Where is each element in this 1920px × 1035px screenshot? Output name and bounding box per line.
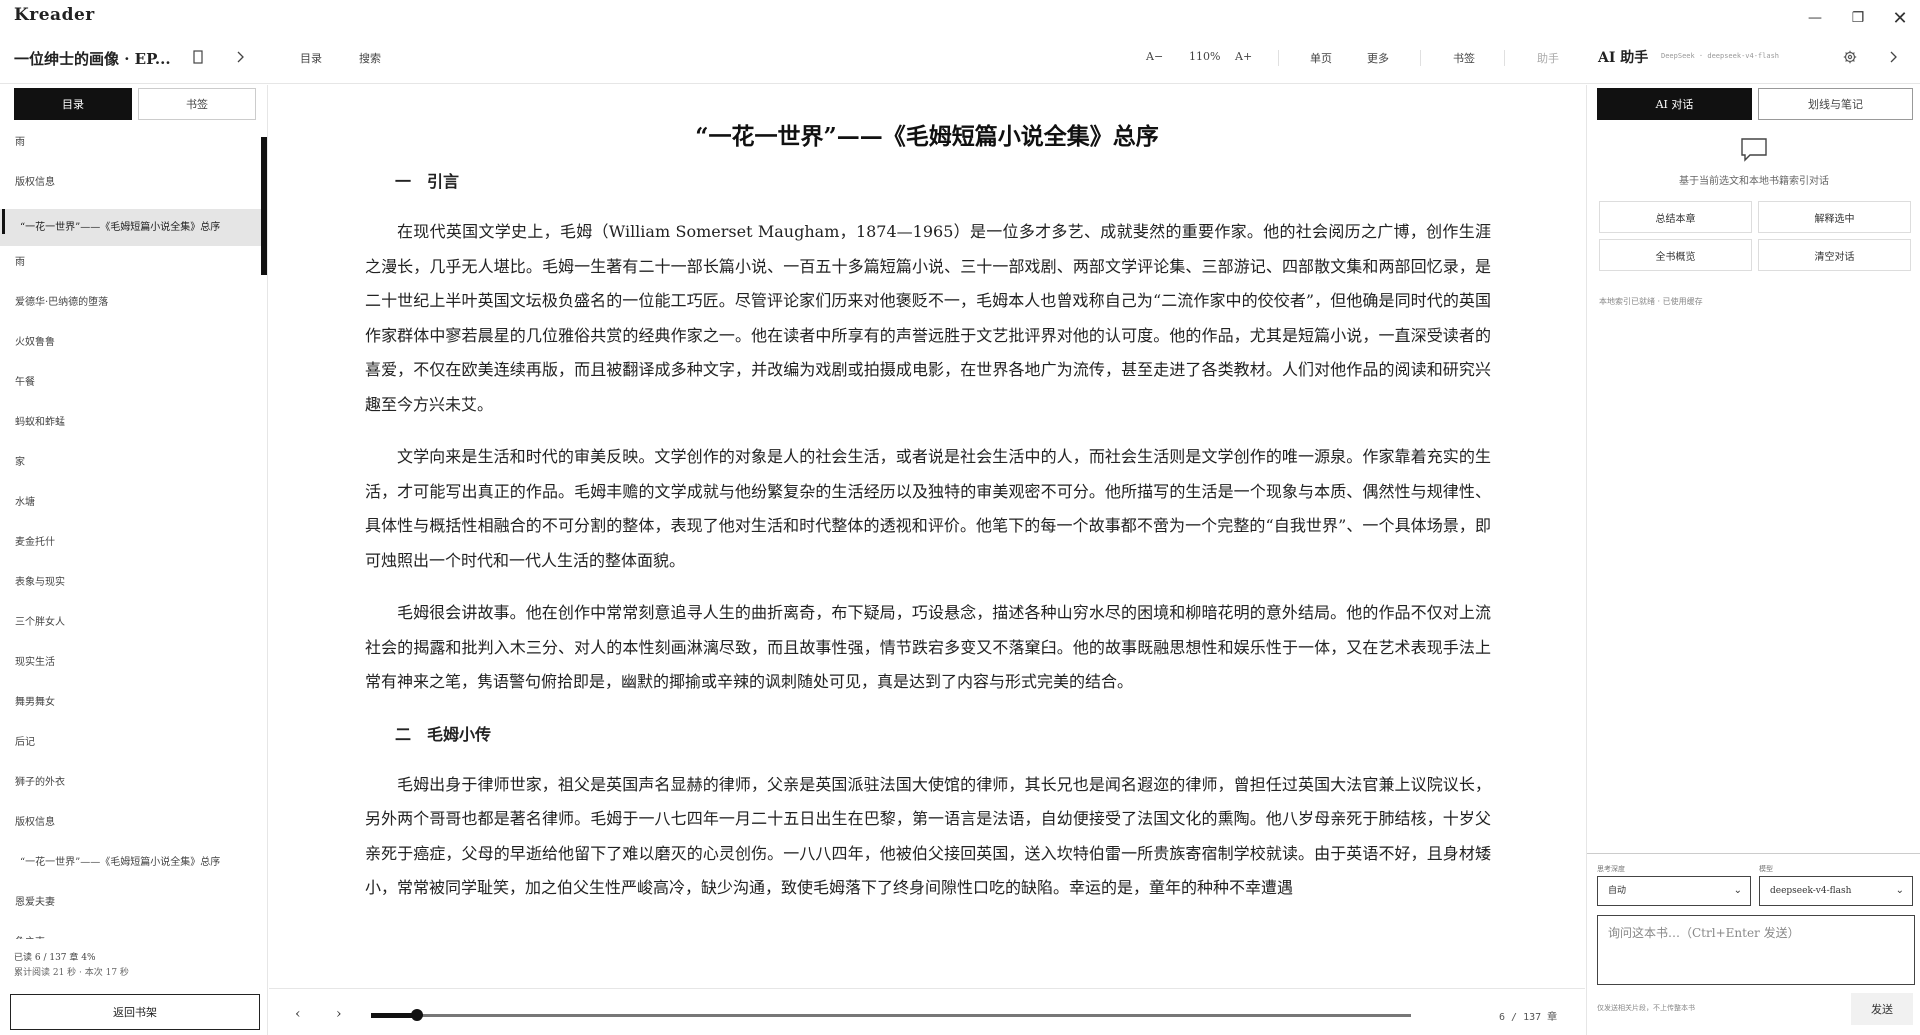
- toc-list: 雨版权信息 “一花一世界”——《毛姆短篇小说全集》总序雨爱德华·巴纳德的堕落 火奴鲁…: [0, 129, 268, 939]
- search-button[interactable]: 搜索: [359, 50, 381, 66]
- privacy-hint: 仅发送相关片段，不上传整本书: [1597, 1004, 1695, 1012]
- toc-item[interactable]: 雨: [0, 129, 268, 169]
- thinking-depth-value: 自动: [1608, 886, 1627, 896]
- toc-item[interactable]: 表象与现实: [0, 569, 268, 609]
- reading-progress: 已读 6 / 137 章 4% 累计阅读 21 秒 · 本次 17 秒: [14, 951, 129, 981]
- restore-button[interactable]: ❐: [1848, 8, 1868, 28]
- toolbar-divider: [1504, 50, 1505, 66]
- toc-item[interactable]: “一花一世界”——《毛姆短篇小说全集》总序: [0, 209, 268, 246]
- prev-page-button[interactable]: ‹: [295, 1006, 301, 1022]
- ai-input-area: 思考深度 自动 ⌄ 模型 deepseek-v4-flash ⌄ 询问这本书…（…: [1587, 853, 1920, 1035]
- toc-item[interactable]: “一花一世界”——《毛姆短篇小说全集》总序: [0, 849, 268, 889]
- toc-item[interactable]: 水塘: [0, 489, 268, 529]
- chapter-progress-text: 已读 6 / 137 章 4%: [14, 953, 96, 963]
- paragraph: 毛姆很会讲故事。他在创作中常常刻意追寻人生的曲折离奇，布下疑局，巧设悬念，描述各…: [365, 603, 1491, 691]
- tab-highlights-notes[interactable]: 划线与笔记: [1758, 88, 1913, 120]
- explain-selection-button[interactable]: 解释选中: [1758, 201, 1911, 233]
- toolbar-divider: [1420, 50, 1421, 66]
- toc-item[interactable]: 雨: [0, 249, 268, 289]
- paragraph: 毛姆出身于律师世家，祖父是英国声名显赫的律师，父亲是英国派驻法国大使馆的律师，其…: [365, 774, 1491, 898]
- ai-panel-tabs: AI 对话 划线与笔记: [1597, 88, 1913, 120]
- paragraph: 文学向来是生活和时代的审美反映。文学创作的对象是人的社会生活，或者说是社会生活中…: [365, 447, 1491, 570]
- page-navigation-bar: ‹ › 6 / 137 章: [269, 988, 1585, 1035]
- chevron-right-icon[interactable]: [232, 50, 248, 66]
- toc-item[interactable]: 恩爱夫妻: [0, 889, 268, 929]
- thinking-depth-select[interactable]: 自动 ⌄: [1597, 876, 1751, 906]
- toc-item[interactable]: 舞男舞女: [0, 689, 268, 729]
- tab-bookmarks[interactable]: 书签: [138, 88, 256, 120]
- toc-item[interactable]: 后记: [0, 729, 268, 769]
- single-page-button[interactable]: 单页: [1310, 50, 1332, 66]
- model-value: deepseek-v4-flash: [1770, 886, 1852, 896]
- progress-fill: [371, 1013, 413, 1018]
- depth-label: 思考深度: [1597, 865, 1625, 873]
- sidebar-tabs: 目录 书签: [14, 88, 256, 120]
- chat-bubble-icon: [1740, 137, 1768, 163]
- clear-chat-button[interactable]: 清空对话: [1758, 239, 1911, 271]
- chevron-down-icon: ⌄: [1895, 885, 1904, 896]
- toc-item[interactable]: 版权信息: [0, 809, 268, 849]
- font-increase-button[interactable]: A+: [1235, 50, 1252, 63]
- progress-track[interactable]: [371, 1014, 1411, 1017]
- tab-ai-chat[interactable]: AI 对话: [1597, 88, 1752, 120]
- toc-item[interactable]: 版权信息: [0, 169, 268, 209]
- toc-item[interactable]: 麦金托什: [0, 529, 268, 569]
- bookmark-toggle-icon[interactable]: [190, 50, 206, 66]
- ai-panel-title: AI 助手: [1598, 50, 1649, 66]
- model-label: 模型: [1759, 865, 1773, 873]
- ai-model-caption: DeepSeek · deepseek-v4-flash: [1661, 52, 1780, 60]
- bookmark-button[interactable]: 书签: [1453, 50, 1475, 66]
- collapse-panel-icon[interactable]: [1885, 50, 1901, 66]
- ai-question-input[interactable]: 询问这本书…（Ctrl+Enter 发送）: [1597, 915, 1915, 985]
- send-button[interactable]: 发送: [1851, 993, 1913, 1025]
- back-to-shelf-button[interactable]: 返回书架: [10, 994, 260, 1030]
- paragraph: 在现代英国文学史上，毛姆（William Somerset Maugham，18…: [365, 222, 1491, 414]
- toc-item[interactable]: 爱德华·巴纳德的堕落: [0, 289, 268, 329]
- reading-pane: “一花一世界”——《毛姆短篇小说全集》总序 一 引言 在现代英国文学史上，毛姆（…: [269, 85, 1585, 1035]
- toc-item[interactable]: 三个胖女人: [0, 609, 268, 649]
- toc-item[interactable]: 家: [0, 449, 268, 489]
- zoom-level: 110%: [1189, 50, 1221, 63]
- chapter-counter: 6 / 137 章: [1499, 1012, 1558, 1023]
- section-heading: 二 毛姆小传: [395, 724, 492, 744]
- toc-item[interactable]: 狮子的外衣: [0, 769, 268, 809]
- tab-toc[interactable]: 目录: [14, 88, 132, 120]
- minimize-button[interactable]: —: [1805, 8, 1825, 28]
- summarize-chapter-button[interactable]: 总结本章: [1599, 201, 1752, 233]
- progress-slider-handle[interactable]: [410, 1009, 423, 1021]
- chapter-title: “一花一世界”——《毛姆短篇小说全集》总序: [695, 123, 1159, 150]
- toc-item[interactable]: 现实生活: [0, 649, 268, 689]
- book-overview-button[interactable]: 全书概览: [1599, 239, 1752, 271]
- ai-assistant-panel: AI 对话 划线与笔记 基于当前选文和本地书籍索引对话 总结本章 解释选中 全书…: [1586, 85, 1920, 1035]
- gear-icon[interactable]: [1842, 50, 1858, 66]
- chapter-content: 一 引言 在现代英国文学史上，毛姆（William Somerset Maugh…: [365, 165, 1491, 924]
- model-select[interactable]: deepseek-v4-flash ⌄: [1759, 876, 1913, 906]
- font-decrease-button[interactable]: A−: [1146, 50, 1163, 63]
- ai-chat-hint: 基于当前选文和本地书籍索引对话: [1679, 176, 1829, 187]
- toolbar-divider: [1278, 50, 1279, 66]
- reading-time-text: 累计阅读 21 秒 · 本次 17 秒: [14, 968, 129, 978]
- toc-item[interactable]: 午餐: [0, 369, 268, 409]
- toc-item[interactable]: 龟之声: [0, 929, 268, 939]
- toc-button[interactable]: 目录: [300, 50, 322, 66]
- book-title: 一位绅士的画像 · EP...: [14, 50, 171, 68]
- reader-toolbar: 一位绅士的画像 · EP... 目录 搜索 A− 110% A+ 单页 更多 书…: [0, 34, 1920, 84]
- toc-item[interactable]: 蚂蚁和蚱蜢: [0, 409, 268, 449]
- toc-scrollbar[interactable]: [261, 137, 267, 275]
- assistant-button[interactable]: 助手: [1537, 50, 1559, 66]
- next-page-button[interactable]: ›: [336, 1006, 342, 1022]
- toc-item[interactable]: 火奴鲁鲁: [0, 329, 268, 369]
- section-heading: 一 引言: [395, 172, 460, 191]
- app-name: Kreader: [14, 5, 95, 25]
- more-button[interactable]: 更多: [1367, 50, 1389, 66]
- ai-quick-actions: 总结本章 解释选中 全书概览 清空对话: [1599, 201, 1911, 271]
- left-sidebar: 目录 书签 雨版权信息 “一花一世界”——《毛姆短篇小说全集》总序雨爱德华·巴纳德…: [0, 85, 268, 1035]
- chevron-down-icon: ⌄: [1733, 885, 1742, 896]
- title-bar: Kreader — ❐ ✕: [0, 0, 1920, 34]
- index-status: 本地索引已就绪 · 已使用缓存: [1599, 297, 1703, 306]
- close-button[interactable]: ✕: [1890, 8, 1910, 29]
